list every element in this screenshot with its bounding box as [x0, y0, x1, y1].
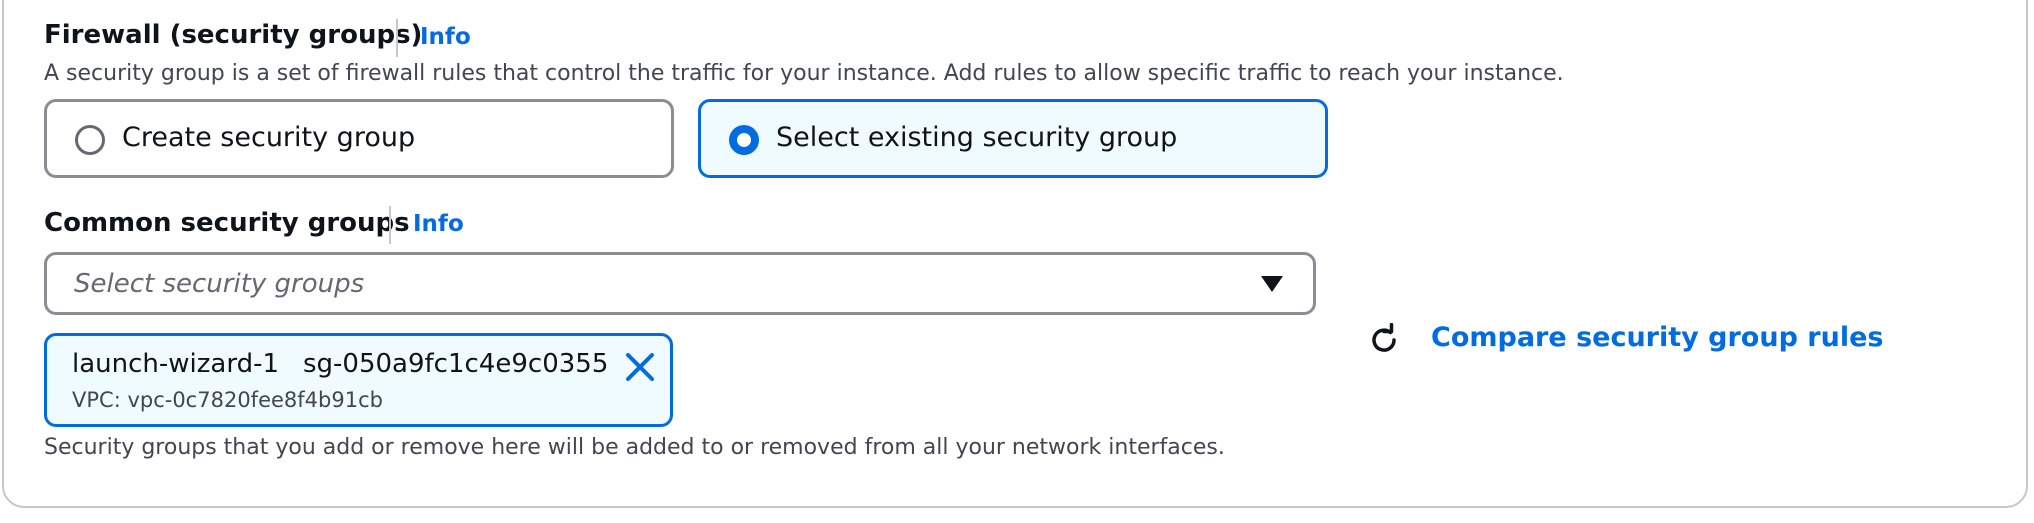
caret-down-icon[interactable] [1260, 275, 1284, 293]
create-security-group-option[interactable]: Create security group [44, 99, 674, 178]
compare-security-group-rules-link[interactable]: Compare security group rules [1431, 322, 1883, 353]
radio-unchecked-icon[interactable] [75, 125, 105, 155]
create-security-group-label: Create security group [122, 122, 416, 153]
refresh-icon[interactable] [1367, 323, 1401, 357]
heading-divider [389, 206, 391, 244]
firewall-heading: Firewall (security groups) [44, 20, 423, 50]
security-groups-footer-note: Security groups that you add or remove h… [44, 435, 1225, 460]
heading-divider [396, 19, 398, 57]
close-icon[interactable] [625, 352, 655, 382]
security-groups-select[interactable]: Select security groups [44, 252, 1316, 315]
select-existing-security-group-option[interactable]: Select existing security group [698, 99, 1328, 178]
firewall-description: A security group is a set of firewall ru… [44, 61, 1564, 86]
token-vpc: VPC: vpc-0c7820fee8f4b91cb [72, 388, 383, 412]
select-existing-security-group-label: Select existing security group [776, 122, 1178, 153]
common-security-groups-heading: Common security groups [44, 208, 410, 238]
token-group-name: launch-wizard-1 [72, 349, 279, 379]
common-groups-info-link[interactable]: Info [413, 211, 464, 237]
selected-security-group-token: launch-wizard-1 sg-050a9fc1c4e9c0355 VPC… [44, 333, 673, 427]
radio-checked-icon[interactable] [729, 125, 759, 155]
select-placeholder: Select security groups [74, 269, 365, 299]
firewall-info-link[interactable]: Info [420, 24, 471, 50]
token-group-id: sg-050a9fc1c4e9c0355 [303, 349, 609, 379]
